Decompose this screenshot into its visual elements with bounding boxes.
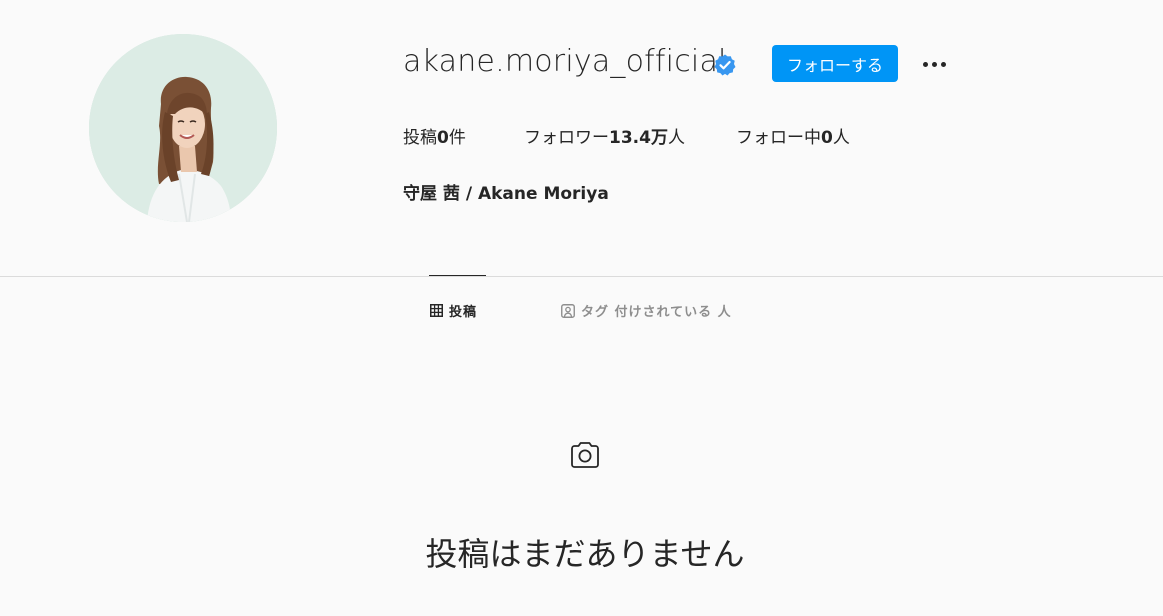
following-count: 0 — [821, 128, 833, 148]
posts-unit: 件 — [448, 128, 466, 148]
followers-label: フォロワー — [524, 128, 609, 148]
grid-icon — [430, 304, 443, 317]
following-label: フォロー中 — [736, 128, 821, 148]
tab-tagged[interactable]: タグ 付けされている 人 — [561, 301, 732, 320]
active-tab-indicator — [429, 275, 486, 276]
tagged-user-icon — [561, 303, 575, 318]
avatar-photo — [89, 34, 277, 222]
tab-posts-label: 投稿 — [449, 305, 478, 320]
verified-badge-icon — [714, 54, 736, 76]
more-dot — [922, 61, 928, 67]
tab-tagged-label: タグ 付けされている 人 — [581, 305, 732, 320]
tabs-divider — [0, 276, 1163, 277]
posts-label: 投稿 — [403, 128, 437, 148]
follow-button[interactable]: フォローする — [772, 45, 898, 82]
followers-stat[interactable]: フォロワー13.4万人 — [524, 123, 685, 148]
posts-count: 0 — [437, 128, 449, 148]
more-dot — [931, 61, 937, 67]
posts-count-stat: 投稿0件 — [403, 123, 466, 148]
profile-avatar[interactable] — [89, 34, 277, 222]
following-stat[interactable]: フォロー中0人 — [736, 123, 850, 148]
profile-username: akane.moriya_official — [403, 44, 727, 79]
tab-posts[interactable]: 投稿 — [430, 301, 477, 320]
more-options-icon[interactable] — [916, 52, 952, 76]
followers-unit: 人 — [667, 128, 685, 148]
empty-state-message: 投稿はまだありません — [425, 535, 745, 573]
camera-icon — [571, 442, 599, 468]
profile-full-name: 守屋 茜 / Akane Moriya — [403, 184, 609, 204]
followers-count: 13.4万 — [609, 128, 668, 148]
following-unit: 人 — [832, 128, 850, 148]
more-dot — [940, 61, 946, 67]
